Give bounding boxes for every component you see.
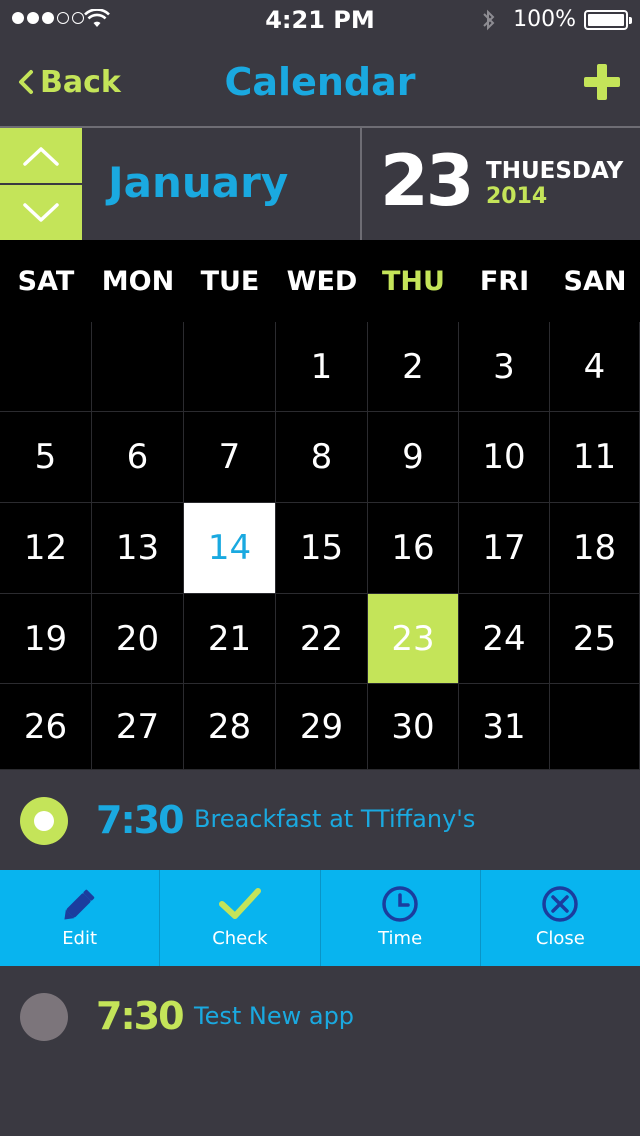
- chevron-up-icon: [23, 146, 59, 166]
- calendar-day-cell[interactable]: 12: [0, 503, 92, 594]
- event-title: Breackfast at TTiffany's: [194, 805, 476, 833]
- close-button[interactable]: Close: [481, 870, 640, 966]
- weekday-header: THU: [382, 265, 445, 297]
- weekday-header: TUE: [200, 265, 260, 297]
- calendar-day-cell[interactable]: 2: [368, 322, 459, 412]
- selected-weekday: THUESDAY: [486, 158, 624, 184]
- calendar-day-cell[interactable]: 16: [368, 503, 459, 594]
- event-action-bar: Edit Check Time Close: [0, 870, 640, 966]
- calendar-day-cell[interactable]: 15: [276, 503, 368, 594]
- weekday-header: MON: [101, 265, 175, 297]
- weekday-header: SAT: [17, 265, 75, 297]
- month-label: January: [108, 158, 289, 207]
- close-label: Close: [535, 928, 585, 949]
- previous-month-button[interactable]: [0, 128, 82, 183]
- event-radio-checked[interactable]: [20, 797, 68, 845]
- weekday-header: FRI: [479, 265, 530, 297]
- calendar-grid: SAT MON TUE WED THU FRI SAN 1 2 3 4 5 6 7 8 9 10 11 12 13 14…: [0, 240, 640, 770]
- calendar-day-cell[interactable]: 6: [92, 412, 184, 503]
- calendar-day-cell[interactable]: 25: [550, 594, 640, 684]
- calendar-empty-cell: [184, 322, 276, 412]
- time-label: Time: [378, 928, 423, 949]
- calendar-day-cell[interactable]: 3: [459, 322, 550, 412]
- back-button[interactable]: Back: [18, 62, 121, 102]
- next-month-button[interactable]: [0, 185, 82, 240]
- calendar-empty-cell: [92, 322, 184, 412]
- calendar-day-cell[interactable]: 31: [459, 684, 550, 770]
- plus-icon[interactable]: [582, 62, 622, 102]
- calendar-day-cell[interactable]: 7: [184, 412, 276, 503]
- calendar-day-cell[interactable]: 13: [92, 503, 184, 594]
- close-circle-icon: [542, 886, 579, 922]
- calendar-empty-cell: [0, 322, 92, 412]
- checkmark-icon: [218, 888, 261, 919]
- calendar-day-cell[interactable]: 28: [184, 684, 276, 770]
- calendar-day-cell[interactable]: 22: [276, 594, 368, 684]
- clock-icon: [382, 886, 418, 922]
- calendar-day-cell[interactable]: 26: [0, 684, 92, 770]
- calendar-empty-cell: [550, 684, 640, 770]
- weekday-header: SAN: [563, 265, 627, 297]
- battery-percentage: 100%: [513, 7, 576, 32]
- calendar-day-cell[interactable]: 5: [0, 412, 92, 503]
- check-button[interactable]: Check: [160, 870, 321, 966]
- calendar-day-cell[interactable]: 23: [368, 594, 459, 684]
- calendar-day-cell[interactable]: 4: [550, 322, 640, 412]
- calendar-day-cell[interactable]: 24: [459, 594, 550, 684]
- calendar-day-cell[interactable]: 18: [550, 503, 640, 594]
- pencil-icon: [64, 889, 94, 920]
- calendar-day-cell[interactable]: 14: [184, 503, 276, 594]
- chevron-down-icon: [23, 202, 59, 222]
- event-radio-unchecked[interactable]: [20, 993, 68, 1041]
- event-time: 7:30: [96, 798, 185, 842]
- bluetooth-icon: [483, 9, 495, 31]
- time-button[interactable]: Time: [321, 870, 481, 966]
- check-label: Check: [212, 928, 268, 949]
- chevron-left-icon: [19, 70, 33, 94]
- calendar-day-cell[interactable]: 27: [92, 684, 184, 770]
- nav-divider: [0, 126, 640, 128]
- edit-label: Edit: [62, 928, 98, 949]
- calendar-day-cell[interactable]: 9: [368, 412, 459, 503]
- event-title: Test New app: [194, 1002, 355, 1030]
- calendar-day-cell[interactable]: 1: [276, 322, 368, 412]
- back-label: Back: [40, 64, 121, 100]
- calendar-day-cell[interactable]: 21: [184, 594, 276, 684]
- weekday-header: WED: [286, 265, 358, 297]
- month-switcher: [0, 128, 82, 240]
- calendar-day-cell[interactable]: 8: [276, 412, 368, 503]
- calendar-day-cell[interactable]: 30: [368, 684, 459, 770]
- calendar-day-cell[interactable]: 20: [92, 594, 184, 684]
- calendar-day-cell[interactable]: 11: [550, 412, 640, 503]
- event-time: 7:30: [96, 994, 185, 1038]
- battery-icon: [584, 10, 632, 30]
- calendar-day-cell[interactable]: 29: [276, 684, 368, 770]
- selected-day-number: 23: [380, 140, 474, 222]
- status-bar: 4:21 PM 100%: [0, 0, 640, 40]
- calendar-day-cell[interactable]: 17: [459, 503, 550, 594]
- calendar-day-cell[interactable]: 10: [459, 412, 550, 503]
- edit-button[interactable]: Edit: [0, 870, 161, 966]
- header-divider: [360, 128, 362, 240]
- selected-year: 2014: [486, 184, 548, 209]
- calendar-day-cell[interactable]: 19: [0, 594, 92, 684]
